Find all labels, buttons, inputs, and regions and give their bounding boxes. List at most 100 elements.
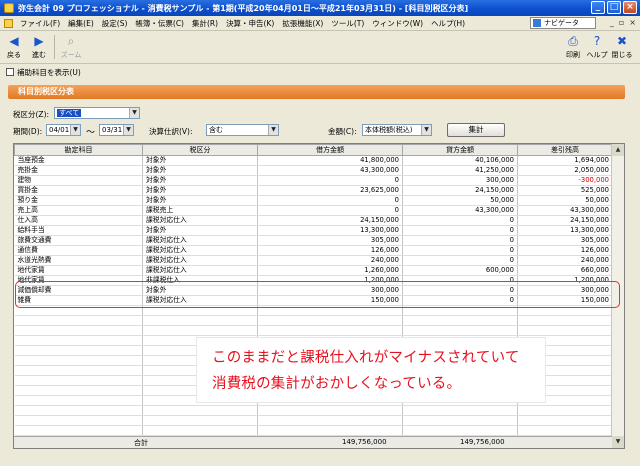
table-row[interactable]: 売掛金 対象外 43,300,000 41,250,000 2,050,000 (14, 165, 613, 176)
cell-debit: 23,625,000 (257, 185, 403, 196)
tax-type-value: すべて (57, 109, 82, 117)
highlight-rectangle (15, 281, 620, 308)
empty-row (14, 405, 613, 416)
cell-credit: 0 (402, 225, 518, 236)
cell-balance: 50,000 (517, 195, 613, 206)
maximize-button[interactable]: □ (607, 1, 621, 14)
menu-extensions[interactable]: 拡張機能(X) (278, 18, 327, 29)
column-header-credit[interactable]: 貸方金額 (402, 144, 518, 156)
cell-credit: 41,250,000 (402, 165, 518, 176)
cell-account: 売掛金 (14, 165, 143, 176)
chevron-down-icon: ▼ (421, 125, 431, 135)
table-row[interactable]: 当座預金 対象外 41,800,000 40,106,000 1,694,000 (14, 155, 613, 166)
show-sub-accounts-label: 補助科目を表示(U) (17, 67, 81, 77)
table-row[interactable]: 給料手当 対象外 13,300,000 0 13,300,000 (14, 225, 613, 236)
table-row[interactable]: 建物 対象外 0 300,000 -300,000 (14, 175, 613, 186)
menu-tools[interactable]: ツール(T) (327, 18, 368, 29)
cell-balance: 1,694,000 (517, 155, 613, 166)
chevron-down-icon: ▼ (129, 108, 139, 118)
close-window-button[interactable]: × (623, 1, 637, 14)
cell-balance: 2,050,000 (517, 165, 613, 176)
cell-credit: 0 (402, 215, 518, 226)
total-debit: 149,756,000 (342, 438, 387, 446)
title-bar: 弥生会計 09 プロフェッショナル - 消費税サンプル - 第1期(平成20年0… (0, 0, 640, 16)
menu-closing[interactable]: 決算・申告(K) (222, 18, 278, 29)
cell-tax-type: 課税対応仕入 (142, 265, 258, 276)
amount-label: 金額(C): (328, 127, 357, 136)
empty-cell (14, 355, 143, 366)
cell-credit: 600,000 (402, 265, 518, 276)
table-row[interactable]: 仕入高 課税対応仕入 24,150,000 0 24,150,000 (14, 215, 613, 226)
close-button[interactable]: ✖ 閉じる (611, 34, 633, 60)
forward-label: 進む (32, 51, 46, 59)
cell-account: 売上高 (14, 205, 143, 216)
chevron-down-icon: ▼ (268, 125, 278, 135)
table-row[interactable]: 通信費 課税対応仕入 126,000 0 126,000 (14, 245, 613, 256)
cell-debit: 240,000 (257, 255, 403, 266)
cell-tax-type: 対象外 (142, 165, 258, 176)
empty-cell (14, 345, 143, 356)
settlement-label: 決算仕訳(V): (149, 127, 193, 136)
scroll-down-icon[interactable]: ▼ (612, 436, 624, 448)
zoom-label: ズーム (60, 51, 82, 59)
table-row[interactable]: 旅費交通費 課税対応仕入 305,000 0 305,000 (14, 235, 613, 246)
show-sub-accounts-checkbox[interactable] (6, 68, 14, 76)
cell-balance: 240,000 (517, 255, 613, 266)
print-button[interactable]: ⎙ 印刷 (562, 34, 584, 60)
empty-row (14, 325, 613, 336)
column-header-balance[interactable]: 差引残高 (517, 144, 613, 156)
menu-edit[interactable]: 編集(E) (64, 18, 98, 29)
back-button[interactable]: ◀ 戻る (3, 34, 25, 60)
mdi-minimize-button[interactable]: _ (610, 18, 614, 27)
window-controls: _ □ × (591, 1, 637, 14)
empty-cell (257, 415, 403, 426)
empty-cell (517, 325, 613, 336)
mdi-controls: _ ▫ × (610, 18, 636, 27)
empty-cell (14, 335, 143, 346)
forward-button[interactable]: ▶ 進む (28, 34, 50, 60)
mdi-restore-button[interactable]: ▫ (619, 18, 624, 27)
empty-cell (402, 415, 518, 426)
menu-aggregate[interactable]: 集計(R) (188, 18, 222, 29)
empty-cell (257, 315, 403, 326)
menu-help[interactable]: ヘルプ(H) (427, 18, 469, 29)
mdi-close-button[interactable]: × (629, 18, 636, 27)
table-row[interactable]: 水道光熱費 課税対応仕入 240,000 0 240,000 (14, 255, 613, 266)
menu-books[interactable]: 帳簿・伝票(C) (131, 18, 188, 29)
empty-row (14, 415, 613, 426)
cell-credit: 50,000 (402, 195, 518, 206)
table-row[interactable]: 地代家賃 課税対応仕入 1,260,000 600,000 660,000 (14, 265, 613, 276)
table-row[interactable]: 買掛金 対象外 23,625,000 24,150,000 525,000 (14, 185, 613, 196)
empty-cell (402, 425, 518, 436)
total-row: 合計 149,756,000 149,756,000 (14, 436, 612, 448)
help-button[interactable]: ? ヘルプ (586, 34, 608, 60)
empty-cell (14, 415, 143, 426)
close-door-icon: ✖ (616, 34, 628, 48)
cell-tax-type: 課税対応仕入 (142, 235, 258, 246)
column-header-account[interactable]: 勘定科目 (14, 144, 143, 156)
period-to-select[interactable]: 03/31 ▼ (99, 124, 134, 136)
cell-credit: 43,300,000 (402, 205, 518, 216)
aggregate-button[interactable]: 集計 (447, 123, 505, 137)
total-credit: 149,756,000 (460, 438, 505, 446)
table-row[interactable]: 売上高 課税売上 0 43,300,000 43,300,000 (14, 205, 613, 216)
amount-select[interactable]: 本体税額(税込) ▼ (362, 124, 432, 136)
column-header-tax-type[interactable]: 税区分 (142, 144, 258, 156)
settlement-select[interactable]: 含む ▼ (206, 124, 279, 136)
aux-row: 補助科目を表示(U) (0, 64, 640, 80)
minimize-button[interactable]: _ (591, 1, 605, 14)
navigator-button[interactable]: ナビゲータ (530, 17, 596, 29)
zoom-button[interactable]: ⌕ ズーム (60, 34, 82, 60)
cell-debit: 305,000 (257, 235, 403, 246)
table-row[interactable]: 預り金 対象外 0 50,000 50,000 (14, 195, 613, 206)
cell-debit: 0 (257, 205, 403, 216)
scroll-up-icon[interactable]: ▲ (612, 144, 624, 156)
period-from-value: 04/01 (49, 126, 70, 134)
menu-window[interactable]: ウィンドウ(W) (368, 18, 427, 29)
tax-type-select[interactable]: すべて ▼ (54, 107, 140, 119)
period-from-select[interactable]: 04/01 ▼ (46, 124, 81, 136)
menu-settings[interactable]: 設定(S) (98, 18, 132, 29)
column-header-debit[interactable]: 借方金額 (257, 144, 403, 156)
empty-cell (402, 325, 518, 336)
menu-file[interactable]: ファイル(F) (16, 18, 64, 29)
